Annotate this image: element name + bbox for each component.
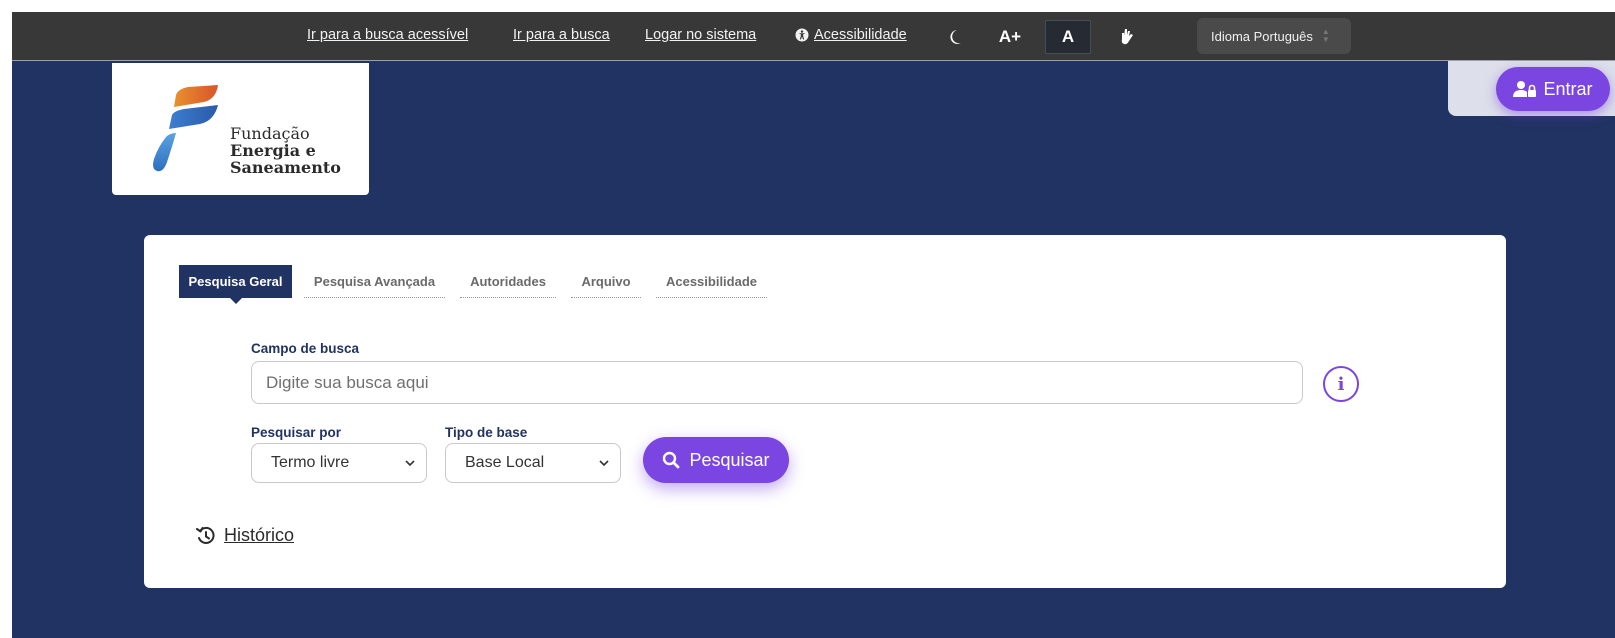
- logo-line-3: Saneamento: [230, 158, 341, 177]
- page: Ir para a busca acessível Ir para a busc…: [0, 0, 1615, 638]
- logo-text: Fundação Energia e Saneamento: [230, 125, 341, 176]
- link-login[interactable]: Logar no sistema: [645, 27, 756, 43]
- base-type-label: Tipo de base: [445, 425, 528, 440]
- tab-acessibilidade[interactable]: Acessibilidade: [656, 265, 767, 298]
- logo-icon: [153, 85, 218, 172]
- search-icon: [663, 451, 680, 469]
- link-goto-search[interactable]: Ir para a busca: [513, 27, 610, 43]
- language-label: Idioma Português: [1211, 28, 1313, 44]
- search-by-label: Pesquisar por: [251, 425, 342, 440]
- info-button[interactable]: i: [1323, 366, 1359, 402]
- base-type-value: Base Local: [465, 454, 545, 471]
- search-by-value: Termo livre: [271, 454, 350, 471]
- search-card: Pesquisa Geral Pesquisa Avançada Autorid…: [144, 235, 1506, 588]
- accessibility-bar: Ir para a busca acessível Ir para a busc…: [12, 12, 1615, 61]
- link-accessibility[interactable]: Acessibilidade: [795, 27, 907, 43]
- search-button-label: Pesquisar: [689, 449, 770, 470]
- app-frame: Ir para a busca acessível Ir para a busc…: [12, 12, 1615, 638]
- tab-arquivo[interactable]: Arquivo: [571, 265, 641, 298]
- login-button[interactable]: Entrar: [1496, 67, 1610, 111]
- select-arrows-icon: ▲ ▼: [1321, 27, 1330, 44]
- login-button-label: Entrar: [1543, 78, 1593, 99]
- link-accessible-search[interactable]: Ir para a busca acessível: [307, 27, 468, 43]
- history-label: Histórico: [224, 525, 295, 545]
- chevron-down-icon: [405, 460, 415, 467]
- font-increase-button[interactable]: A+: [987, 20, 1033, 54]
- moon-icon: [950, 30, 961, 44]
- accessibility-link-label: Acessibilidade: [814, 27, 907, 43]
- tab-pesquisa-geral[interactable]: Pesquisa Geral: [179, 265, 292, 304]
- sign-language-button[interactable]: [1104, 20, 1150, 54]
- search-button[interactable]: Pesquisar: [643, 437, 789, 483]
- accessibility-icon: [795, 28, 809, 42]
- language-select[interactable]: Idioma Português ▲ ▼: [1197, 18, 1351, 54]
- dark-mode-button[interactable]: [932, 20, 978, 54]
- search-field-label: Campo de busca: [251, 341, 360, 356]
- tab-pesquisa-avancada[interactable]: Pesquisa Avançada: [304, 265, 445, 298]
- info-icon: i: [1337, 373, 1345, 395]
- sign-language-icon: [1121, 29, 1133, 45]
- search-by-select[interactable]: Termo livre: [251, 443, 427, 483]
- base-type-select[interactable]: Base Local: [445, 443, 621, 483]
- search-input[interactable]: [251, 361, 1303, 404]
- tab-autoridades[interactable]: Autoridades: [460, 265, 556, 298]
- chevron-down-icon: [599, 460, 609, 467]
- history-icon: [196, 526, 215, 544]
- logo-line-2: Energia e: [230, 141, 316, 160]
- history-link[interactable]: Histórico: [196, 525, 294, 546]
- logo-line-1: Fundação: [230, 124, 310, 143]
- user-lock-icon: [1513, 81, 1537, 97]
- font-normal-button[interactable]: A: [1045, 20, 1091, 54]
- logo-card[interactable]: Fundação Energia e Saneamento: [112, 63, 369, 195]
